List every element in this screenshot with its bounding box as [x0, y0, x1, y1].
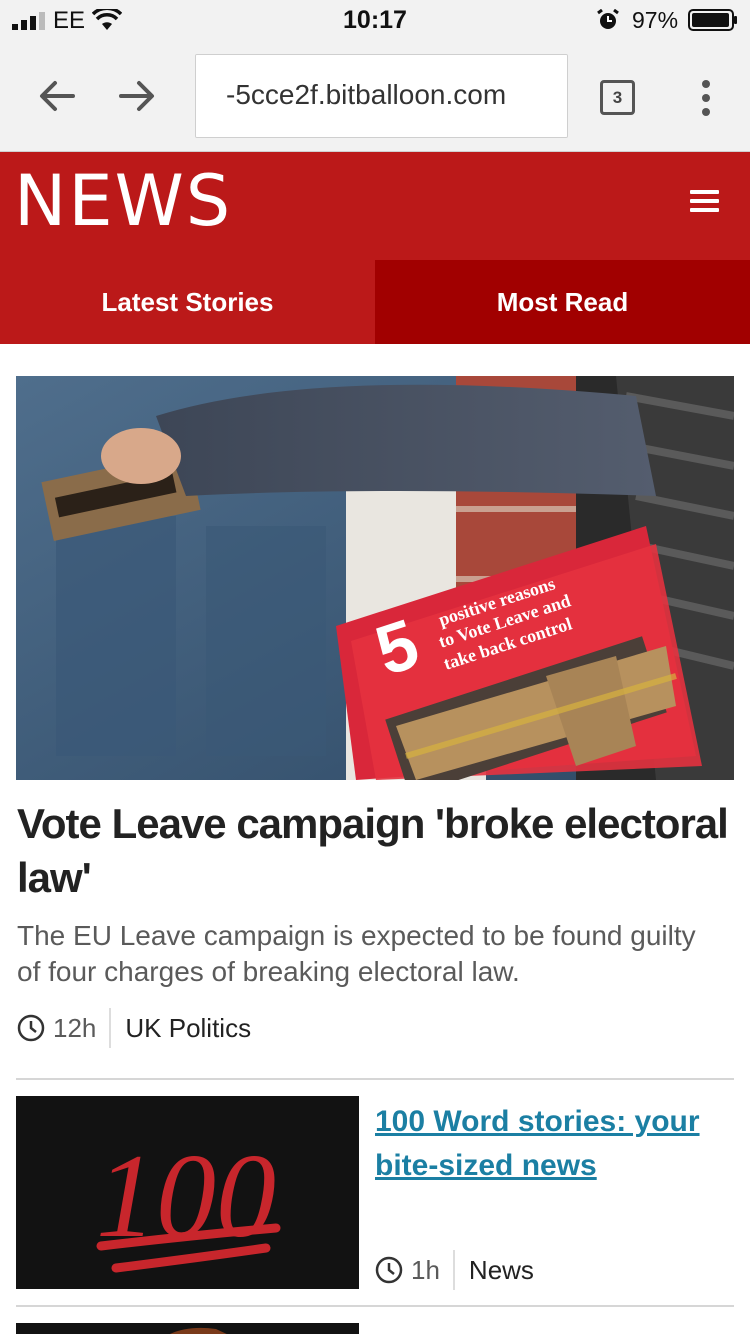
url-fade-right — [537, 55, 567, 137]
clock-icon — [375, 1256, 403, 1284]
browser-toolbar: -5cce2f.bitballoon.com 3 — [0, 40, 750, 152]
story-title-link[interactable]: 100 Word stories: your bite-sized news — [375, 1100, 715, 1188]
battery-icon — [688, 9, 737, 31]
forward-arrow-icon[interactable] — [117, 76, 157, 116]
meta-divider — [452, 1250, 455, 1290]
story-divider — [16, 1305, 734, 1307]
story-thumbnail[interactable]: 100 — [16, 1096, 359, 1289]
meta-divider — [109, 1008, 112, 1048]
top-story-summary: The EU Leave campaign is expected to be … — [17, 920, 696, 987]
alarm-icon — [597, 9, 619, 29]
story-section-link[interactable]: News — [469, 1255, 534, 1286]
story-divider — [16, 1078, 734, 1080]
tab-switcher-button[interactable]: 3 — [600, 80, 635, 115]
next-story-thumbnail[interactable] — [16, 1323, 359, 1334]
hamburger-menu-icon[interactable] — [690, 190, 719, 212]
news-logo[interactable]: NEWS — [14, 160, 232, 242]
status-bar: EE 10:17 97% — [0, 0, 750, 40]
top-story-image[interactable]: positive reasons to Vote Leave and take … — [16, 376, 734, 780]
tab-most-read[interactable]: Most Read — [375, 260, 750, 344]
top-story-headline[interactable]: Vote Leave campaign 'broke electoral law… — [17, 797, 733, 905]
hundred-emoji-image: 100 — [96, 1129, 281, 1273]
story-time: 1h — [411, 1254, 440, 1285]
story-meta: 1h News — [375, 1250, 534, 1290]
back-arrow-icon[interactable] — [37, 76, 77, 116]
site-header: NEWS — [0, 152, 750, 260]
url-text: -5cce2f.bitballoon.com — [226, 79, 507, 110]
story-time: 12h — [53, 1012, 97, 1043]
battery-percent: 97% — [632, 7, 679, 33]
more-options-icon[interactable] — [696, 78, 716, 118]
next-story-image — [170, 1327, 227, 1334]
clock-icon — [17, 1014, 45, 1042]
section-tabs: Latest Stories Most Read — [0, 260, 750, 344]
tab-latest-stories[interactable]: Latest Stories — [0, 260, 375, 344]
hero-illustration: positive reasons to Vote Leave and take … — [16, 376, 734, 780]
top-story-meta: 12h UK Politics — [17, 1008, 251, 1048]
url-fade-left — [196, 55, 226, 137]
address-bar[interactable]: -5cce2f.bitballoon.com — [195, 54, 568, 138]
story-section-link[interactable]: UK Politics — [125, 1013, 251, 1044]
